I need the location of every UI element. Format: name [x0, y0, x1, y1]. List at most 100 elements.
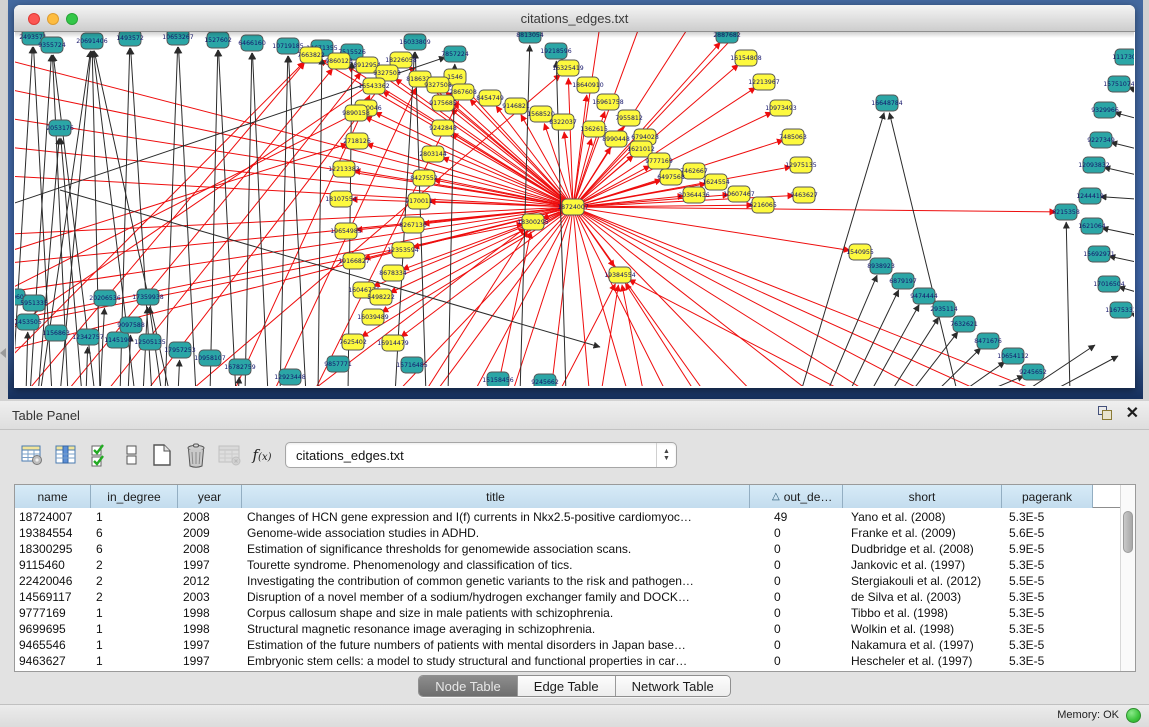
table-cell[interactable]: 5.3E-5 — [1002, 621, 1093, 637]
graph-node[interactable]: 10607467 — [723, 186, 755, 202]
table-cell[interactable]: 2008 — [178, 509, 242, 525]
table-cell[interactable]: Stergiakouli et al. (2012) — [843, 573, 1002, 589]
graph-node[interactable]: 1156863 — [42, 325, 70, 341]
table-cell[interactable]: 1997 — [178, 637, 242, 653]
graph-node[interactable]: 11675333 — [1105, 302, 1134, 318]
table-cell[interactable]: Genome-wide association studies in ADHD. — [242, 525, 750, 541]
table-cell[interactable]: Yano et al. (2008) — [843, 509, 1002, 525]
table-cell[interactable]: 1 — [91, 605, 178, 621]
column-header-pagerank[interactable]: pagerank — [1002, 485, 1093, 508]
graph-node[interactable]: 10973493 — [765, 100, 797, 116]
table-cell[interactable]: Franke et al. (2009) — [843, 525, 1002, 541]
graph-node[interactable]: 2935114 — [930, 301, 958, 317]
graph-node[interactable]: 15751074 — [1103, 76, 1134, 92]
graph-node[interactable]: 7857224 — [441, 46, 469, 62]
graph-node[interactable]: 15716485 — [396, 357, 428, 373]
network-canvas[interactable]: 2493571935572420691406149357210653267152… — [15, 32, 1134, 386]
graph-node[interactable]: 6497568 — [657, 169, 685, 185]
graph-node[interactable]: 20691406 — [76, 33, 108, 49]
table-cell[interactable]: 0 — [750, 621, 843, 637]
tab-node-table[interactable]: Node Table — [419, 676, 518, 696]
table-settings-button[interactable] — [18, 440, 46, 470]
table-cell[interactable]: 0 — [750, 605, 843, 621]
graph-node[interactable]: 12213967 — [748, 74, 780, 90]
table-cell[interactable]: 2003 — [178, 589, 242, 605]
table-row[interactable]: 946554611997Estimation of the future num… — [15, 637, 1121, 653]
graph-node[interactable]: 5498222 — [367, 289, 395, 305]
table-cell[interactable]: 5.3E-5 — [1002, 509, 1093, 525]
table-row[interactable]: 2242004622012Investigating the contribut… — [15, 573, 1121, 589]
tab-edge-table[interactable]: Edge Table — [518, 676, 616, 696]
table-cell[interactable]: Wolkin et al. (1998) — [843, 621, 1002, 637]
graph-node[interactable]: 8678334 — [379, 265, 407, 281]
table-cell[interactable]: Nakamura et al. (1997) — [843, 637, 1002, 653]
table-row[interactable]: 1830029562008Estimation of significance … — [15, 541, 1121, 557]
graph-node[interactable]: 10653267 — [162, 32, 194, 45]
column-header-short[interactable]: short — [843, 485, 1002, 508]
table-cell[interactable]: 9465546 — [15, 637, 91, 653]
graph-node[interactable]: 7485063 — [779, 129, 807, 145]
table-cell[interactable]: Tibbo et al. (1998) — [843, 605, 1002, 621]
table-cell[interactable]: 0 — [750, 557, 843, 573]
graph-node[interactable]: 9245662 — [531, 374, 559, 386]
graph-node[interactable]: 8454749 — [476, 90, 504, 106]
function-builder-button[interactable]: f(x) — [248, 440, 276, 470]
table-cell[interactable]: Investigating the contribution of common… — [242, 573, 750, 589]
table-cell[interactable]: Disruption of a novel member of a sodium… — [242, 589, 750, 605]
graph-node[interactable]: 9327508 — [424, 77, 452, 93]
graph-node[interactable]: 8215358 — [1052, 204, 1080, 220]
table-cell[interactable]: Hescheler et al. (1997) — [843, 653, 1002, 669]
graph-node[interactable]: 16648784 — [871, 95, 903, 111]
graph-node[interactable]: 2887682 — [713, 32, 741, 43]
table-cell[interactable]: 6 — [91, 525, 178, 541]
table-cell[interactable]: 1 — [91, 637, 178, 653]
table-row[interactable]: 977716911998Corpus callosum shape and si… — [15, 605, 1121, 621]
table-cell[interactable]: 5.3E-5 — [1002, 637, 1093, 653]
table-cell[interactable]: 9115460 — [15, 557, 91, 573]
float-panel-icon[interactable] — [1098, 406, 1114, 422]
table-cell[interactable]: 1998 — [178, 621, 242, 637]
select-columns-button[interactable] — [86, 440, 114, 470]
graph-node[interactable]: 7663822 — [297, 47, 325, 63]
graph-node[interactable]: 16961758 — [592, 94, 624, 110]
table-cell[interactable]: 0 — [750, 541, 843, 557]
graph-node[interactable]: 18640910 — [572, 77, 604, 93]
graph-node[interactable]: 17359938 — [132, 289, 164, 305]
graph-node[interactable]: 12213383 — [328, 161, 360, 177]
table-row[interactable]: 1456911722003Disruption of a novel membe… — [15, 589, 1121, 605]
graph-node[interactable]: 9175685 — [429, 95, 457, 111]
table-cell[interactable]: 18300295 — [15, 541, 91, 557]
table-cell[interactable]: 9463627 — [15, 653, 91, 669]
table-cell[interactable]: 49 — [750, 509, 843, 525]
graph-node[interactable]: 16154808 — [730, 50, 762, 66]
panel-collapse-arrow-icon[interactable] — [0, 348, 6, 358]
graph-node[interactable]: 7955812 — [615, 110, 643, 126]
graph-node[interactable]: 1117304 — [1112, 49, 1134, 65]
network-window-titlebar[interactable]: citations_edges.txt — [14, 5, 1135, 32]
table-row[interactable]: 1872400712008Changes of HCN gene express… — [15, 509, 1121, 525]
table-cell[interactable]: 2009 — [178, 525, 242, 541]
import-table-button[interactable] — [216, 440, 244, 470]
graph-node[interactable]: 17016504 — [1093, 276, 1125, 292]
graph-node[interactable]: 15158456 — [482, 372, 514, 386]
graph-node[interactable]: 6466160 — [238, 35, 266, 51]
table-cell[interactable]: 0 — [750, 573, 843, 589]
table-cell[interactable]: 5.6E-5 — [1002, 525, 1093, 541]
table-cell[interactable]: 18724007 — [15, 509, 91, 525]
graph-node[interactable]: 6216065 — [749, 197, 777, 213]
graph-node[interactable]: 12505135 — [134, 334, 166, 350]
graph-node[interactable]: 9329966 — [1091, 102, 1119, 118]
table-row[interactable]: 911546021997Tourette syndrome. Phenomeno… — [15, 557, 1121, 573]
table-cell[interactable]: 5.9E-5 — [1002, 541, 1093, 557]
graph-node[interactable]: 12975135 — [785, 157, 817, 173]
table-cell[interactable]: Jankovic et al. (1997) — [843, 557, 1002, 573]
table-cell[interactable]: 19384554 — [15, 525, 91, 541]
graph-node[interactable]: 1453505 — [15, 314, 42, 330]
graph-node[interactable]: 16914479 — [377, 335, 409, 351]
table-cell[interactable]: 5.3E-5 — [1002, 589, 1093, 605]
table-cell[interactable]: 0 — [750, 525, 843, 541]
table-cell[interactable]: 9777169 — [15, 605, 91, 621]
table-cell[interactable]: 1997 — [178, 653, 242, 669]
table-cell[interactable]: 0 — [750, 637, 843, 653]
graph-node[interactable]: 8813054 — [516, 32, 544, 43]
